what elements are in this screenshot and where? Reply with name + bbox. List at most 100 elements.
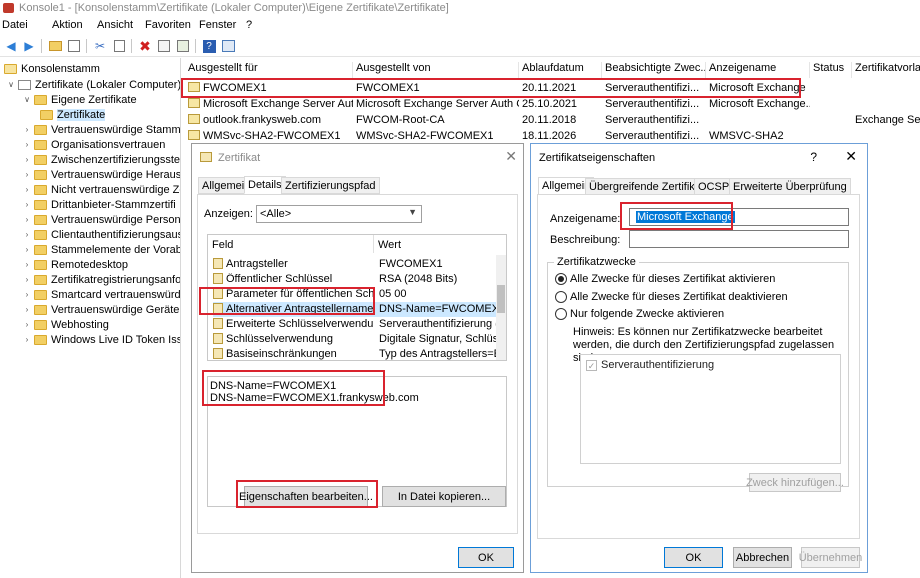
field-list-scrollbar[interactable] — [496, 255, 506, 360]
certificate-field-row[interactable]: Antragsteller FWCOMEX1 — [213, 257, 506, 272]
tab-ocsp[interactable]: OCSP — [694, 178, 734, 195]
chevron-right-icon[interactable]: › — [22, 230, 32, 239]
certificate-field-row[interactable]: Öffentlicher Schlüssel RSA (2048 Bits) — [213, 272, 506, 287]
tab-extended-validation[interactable]: Erweiterte Überprüfung — [729, 178, 851, 195]
certificate-properties-dialog: Zertifikatseigenschaften ? ✕ Allgemein Ü… — [530, 143, 868, 573]
cell-text: FWCOMEX1 — [356, 82, 420, 94]
tree-node-store[interactable]: › Clientauthentifizierungsausst — [22, 227, 180, 242]
copy-icon[interactable] — [111, 38, 127, 54]
menu-file[interactable]: Datei — [2, 19, 28, 31]
help-icon[interactable]: ? — [201, 38, 217, 54]
chevron-right-icon[interactable]: › — [22, 215, 32, 224]
ok-button[interactable]: OK — [458, 547, 514, 568]
close-icon[interactable]: ✕ — [505, 148, 517, 165]
tree-node-store[interactable]: › Zwischenzertifizierungsstelle — [22, 152, 181, 167]
radio-enable-all[interactable]: Alle Zwecke für dieses Zertifikat aktivi… — [555, 271, 775, 286]
help-button[interactable]: ? — [810, 150, 817, 164]
chevron-right-icon[interactable]: › — [22, 290, 32, 299]
chevron-right-icon[interactable]: › — [22, 305, 32, 314]
apply-button[interactable]: Übernehmen — [799, 547, 862, 568]
action-pane-icon[interactable] — [220, 38, 236, 54]
ok-button[interactable]: OK — [664, 547, 723, 568]
chevron-down-icon[interactable]: ∨ — [22, 95, 32, 104]
chevron-right-icon[interactable]: › — [22, 335, 32, 344]
forward-icon[interactable]: ▶ — [21, 38, 37, 54]
properties-icon[interactable] — [156, 38, 172, 54]
tree-node-certificates-local[interactable]: ∨ Zertifikate (Lokaler Computer) — [6, 77, 180, 92]
certificate-field-row[interactable]: Alternativer Antragstellername DNS-Name=F… — [213, 302, 506, 317]
menu-favorites[interactable]: Favoriten — [145, 19, 191, 31]
chevron-down-icon[interactable]: ∨ — [6, 80, 16, 89]
tree-node-store[interactable]: › Drittanbieter-Stammzertifi — [22, 197, 176, 212]
column-status[interactable]: Status — [810, 62, 852, 78]
up-folder-icon[interactable] — [47, 38, 63, 54]
certificate-field-row[interactable]: Basiseinschränkungen Typ des Antragstelle… — [213, 347, 506, 360]
tree-node-store[interactable]: › Vertrauenswürdige Personen — [22, 212, 180, 227]
edit-properties-button[interactable]: Eigenschaften bearbeiten... — [239, 486, 373, 507]
cut-icon[interactable]: ✂ — [92, 38, 108, 54]
certificate-cell: Exchange Serv — [852, 114, 920, 126]
chevron-right-icon[interactable]: › — [22, 170, 32, 179]
radio-disable-all[interactable]: Alle Zwecke für dieses Zertifikat deakti… — [555, 289, 788, 304]
tree-node-store[interactable]: › Vertrauenswürdige Herausge — [22, 167, 180, 182]
cancel-button[interactable]: Abbrechen — [733, 547, 792, 568]
tab-details[interactable]: Details — [244, 176, 286, 194]
tree-node-store[interactable]: › Webhosting — [22, 317, 109, 332]
tree-node-store[interactable]: › Zertifikatregistrierungsanforc — [22, 272, 180, 287]
menu-view[interactable]: Ansicht — [97, 19, 133, 31]
column-friendly-name[interactable]: Anzeigename — [706, 62, 810, 78]
export-icon[interactable] — [175, 38, 191, 54]
close-icon[interactable]: ✕ — [845, 148, 857, 165]
tab-certification-path[interactable]: Zertifizierungspfad — [281, 177, 380, 194]
folder-icon — [34, 139, 47, 150]
certificate-field-row[interactable]: Schlüsselverwendung Digitale Signatur, Sc… — [213, 332, 506, 347]
delete-icon[interactable]: ✖ — [137, 38, 153, 54]
chevron-right-icon[interactable]: › — [22, 275, 32, 284]
radio-only-following[interactable]: Nur folgende Zwecke aktivieren — [555, 306, 724, 321]
tree-label: Remotedesktop — [51, 258, 129, 271]
tree-node-store[interactable]: › Stammelemente der Vorabve — [22, 242, 180, 257]
column-issued-by[interactable]: Ausgestellt von — [353, 62, 519, 78]
field-icon — [213, 288, 223, 299]
tree-node-store[interactable]: › Nicht vertrauenswürdige Zer — [22, 182, 180, 197]
chevron-right-icon[interactable]: › — [22, 245, 32, 254]
tree-node-store[interactable]: › Organisationsvertrauen — [22, 137, 166, 152]
tree-node-own-certificates[interactable]: ∨ Eigene Zertifikate — [22, 92, 137, 107]
chevron-right-icon[interactable]: › — [22, 320, 32, 329]
menu-action[interactable]: Aktion — [52, 19, 83, 31]
menu-window[interactable]: Fenster — [199, 19, 236, 31]
tree-node-store[interactable]: › Vertrauenswürdige Stammze — [22, 122, 180, 137]
show-tree-icon[interactable] — [66, 38, 82, 54]
friendly-name-input[interactable]: Microsoft Exchange — [629, 208, 849, 226]
field-name: Basiseinschränkungen — [226, 348, 337, 360]
tree-node-store[interactable]: › Smartcard vertrauenswürdige — [22, 287, 180, 302]
chevron-right-icon[interactable]: › — [22, 125, 32, 134]
tree-label: Zwischenzertifizierungsstelle — [51, 153, 181, 166]
column-issued-to[interactable]: Ausgestellt für — [185, 62, 353, 78]
column-intended-purposes[interactable]: Beabsichtigte Zwec... — [602, 62, 706, 78]
tree-node-store[interactable]: › Windows Live ID Token Issue — [22, 332, 180, 347]
tree-node-store[interactable]: › Vertrauenswürdige Geräte — [22, 302, 180, 317]
copy-to-file-button[interactable]: In Datei kopieren... — [382, 486, 506, 507]
description-input[interactable] — [629, 230, 849, 248]
column-template[interactable]: Zertifikatvorla — [852, 62, 920, 78]
chevron-right-icon[interactable]: › — [22, 155, 32, 164]
tree-node-certificates[interactable]: Zertifikate — [38, 107, 106, 122]
chevron-right-icon[interactable]: › — [22, 140, 32, 149]
certificate-field-row[interactable]: Parameter für öffentlichen Schlüssel 05 0… — [213, 287, 506, 302]
field-icon — [213, 258, 223, 269]
show-select[interactable]: <Alle> ▼ — [256, 205, 422, 223]
menu-help[interactable]: ? — [246, 19, 252, 31]
column-expiration[interactable]: Ablaufdatum — [519, 62, 602, 78]
certificate-row[interactable]: FWCOMEX1 FWCOMEX1 20.11.2021 Serverauthenti… — [182, 81, 920, 97]
chevron-right-icon[interactable]: › — [22, 185, 32, 194]
add-purpose-button[interactable]: Zweck hinzufügen... — [746, 473, 844, 492]
certificate-field-row[interactable]: Erweiterte Schlüsselverwendung Serverauth… — [213, 317, 506, 332]
back-icon[interactable]: ◀ — [3, 38, 19, 54]
chevron-right-icon[interactable]: › — [22, 200, 32, 209]
certificate-row[interactable]: Microsoft Exchange Server Aut... Microsof… — [182, 97, 920, 113]
tree-node-store[interactable]: › Remotedesktop — [22, 257, 128, 272]
chevron-right-icon[interactable]: › — [22, 260, 32, 269]
certificate-row[interactable]: outlook.frankysweb.com FWCOM-Root-CA 20.11… — [182, 113, 920, 129]
tree-node-console-root[interactable]: Konsolenstamm — [2, 61, 100, 76]
